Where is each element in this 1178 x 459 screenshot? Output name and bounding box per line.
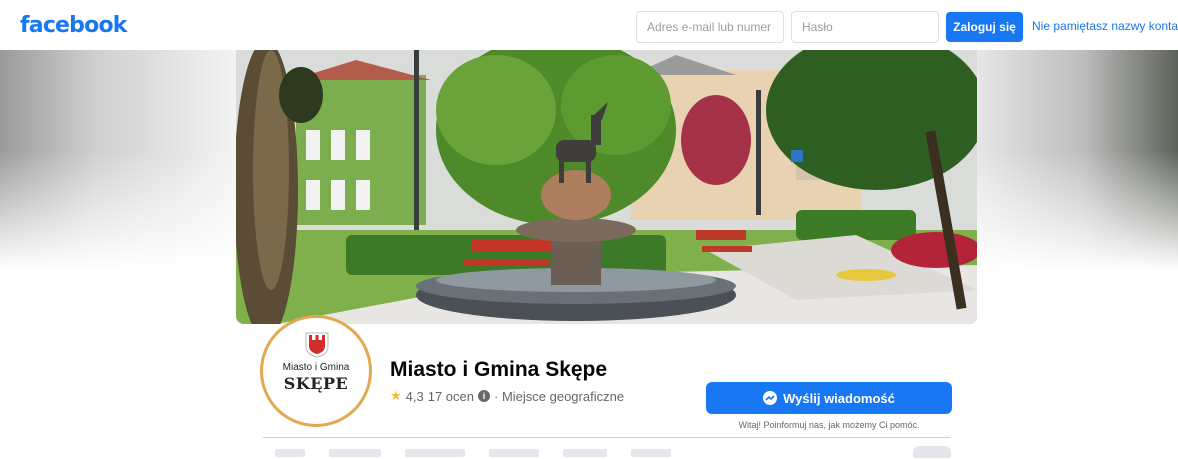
page-meta: ★ 4,3 17 ocen i · Miejsce geograficzne [390, 388, 624, 404]
logo-text-line-1: Miasto i Gmina [282, 362, 350, 373]
info-icon[interactable]: i [478, 390, 490, 402]
reviews-count-link[interactable]: 17 ocen [428, 389, 474, 404]
cover-photo[interactable] [236, 50, 977, 324]
page-tabs [275, 449, 671, 459]
rating-value: 4,3 [405, 388, 424, 404]
star-icon: ★ [390, 388, 402, 403]
password-field[interactable] [791, 11, 939, 43]
login-button[interactable]: Zaloguj się [946, 12, 1023, 42]
page-title: Miasto i Gmina Skępe [390, 358, 608, 381]
profile-picture[interactable]: Miasto i Gmina SKĘPE [263, 318, 369, 424]
message-hint: Witaj! Poinformuj nas, jak możemy Ci pom… [738, 420, 920, 430]
coat-of-arms-icon [305, 332, 329, 358]
email-field[interactable] [636, 11, 784, 43]
more-icon[interactable] [913, 446, 951, 458]
messenger-icon [763, 391, 778, 405]
facebook-logo[interactable]: facebook [20, 13, 127, 38]
send-message-label: Wyślij wiadomość [783, 390, 895, 406]
page-category: · Miejsce geograficzne [494, 388, 625, 404]
logo-text-line-2: SKĘPE [283, 374, 349, 393]
send-message-button[interactable]: Wyślij wiadomość [706, 382, 952, 414]
forgot-account-link[interactable]: Nie pamiętasz nazwy konta? [1032, 19, 1178, 33]
top-navigation-bar: facebook Zaloguj się Nie pamiętasz nazwy… [0, 0, 1178, 52]
profile-divider [263, 437, 951, 438]
